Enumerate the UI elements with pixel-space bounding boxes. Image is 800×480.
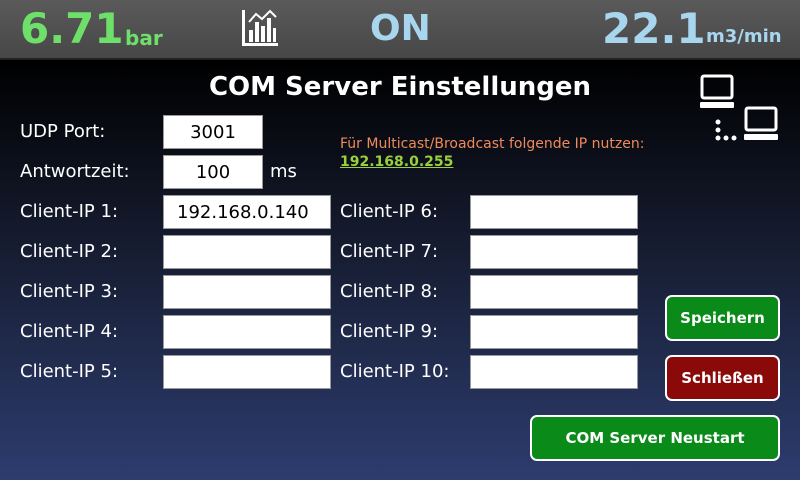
client-ip-8-input[interactable]: [470, 275, 638, 309]
network-computers-icon: [700, 74, 778, 141]
client-ip-1-label: Client-IP 1:: [20, 201, 119, 222]
client-ip-4-input[interactable]: [163, 315, 331, 349]
udp-port-label: UDP Port:: [20, 121, 106, 142]
client-ip-2-label: Client-IP 2:: [20, 241, 119, 262]
client-ip-3-input[interactable]: [163, 275, 331, 309]
broadcast-hint: Für Multicast/Broadcast folgende IP nutz…: [340, 136, 645, 152]
pressure-value: 6.71: [20, 4, 124, 53]
broadcast-ip-link[interactable]: 192.168.0.255: [340, 154, 453, 170]
client-ip-10-label: Client-IP 10:: [340, 361, 450, 382]
udp-port-input[interactable]: [163, 115, 263, 149]
client-ip-1-input[interactable]: [163, 195, 331, 229]
status-bar: 6.71 bar ON 22.1 m3/min: [0, 0, 800, 60]
client-ip-9-label: Client-IP 9:: [340, 321, 439, 342]
close-button[interactable]: Schließen: [665, 355, 780, 401]
restart-com-server-button[interactable]: COM Server Neustart: [530, 415, 780, 461]
client-ip-5-input[interactable]: [163, 355, 331, 389]
page-title: COM Server Einstellungen: [208, 72, 592, 102]
client-ip-9-input[interactable]: [470, 315, 638, 349]
flow-unit: m3/min: [706, 26, 782, 47]
client-ip-6-label: Client-IP 6:: [340, 201, 439, 222]
bar-chart-icon[interactable]: [240, 8, 280, 48]
response-time-input[interactable]: [163, 155, 263, 189]
response-time-label: Antwortzeit:: [20, 161, 130, 182]
client-ip-7-input[interactable]: [470, 235, 638, 269]
response-time-unit: ms: [270, 161, 297, 182]
client-ip-6-input[interactable]: [470, 195, 638, 229]
client-ip-2-input[interactable]: [163, 235, 331, 269]
pressure-unit: bar: [125, 26, 163, 50]
client-ip-7-label: Client-IP 7:: [340, 241, 439, 262]
settings-panel: COM Server Einstellungen UDP Port: Antwo…: [0, 60, 800, 480]
status-indicator: ON: [370, 8, 431, 49]
client-ip-10-input[interactable]: [470, 355, 638, 389]
flow-value: 22.1: [602, 4, 706, 53]
save-button[interactable]: Speichern: [665, 295, 780, 341]
client-ip-8-label: Client-IP 8:: [340, 281, 439, 302]
client-ip-3-label: Client-IP 3:: [20, 281, 119, 302]
client-ip-5-label: Client-IP 5:: [20, 361, 119, 382]
client-ip-4-label: Client-IP 4:: [20, 321, 119, 342]
